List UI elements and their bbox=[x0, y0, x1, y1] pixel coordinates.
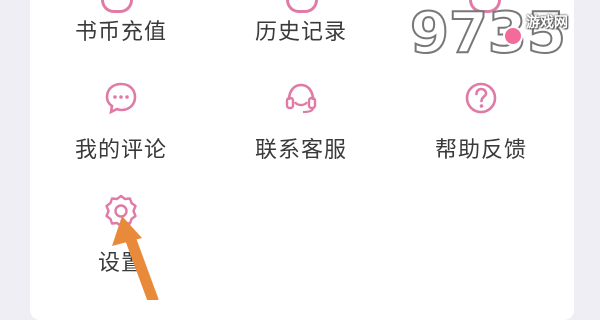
watermark-text: 游戏网 bbox=[526, 15, 568, 31]
watermark-logo-icon: 9735 bbox=[409, 0, 567, 67]
svg-text:9735: 9735 bbox=[410, 1, 566, 64]
site-watermark: 9735 游戏网 bbox=[409, 0, 600, 67]
